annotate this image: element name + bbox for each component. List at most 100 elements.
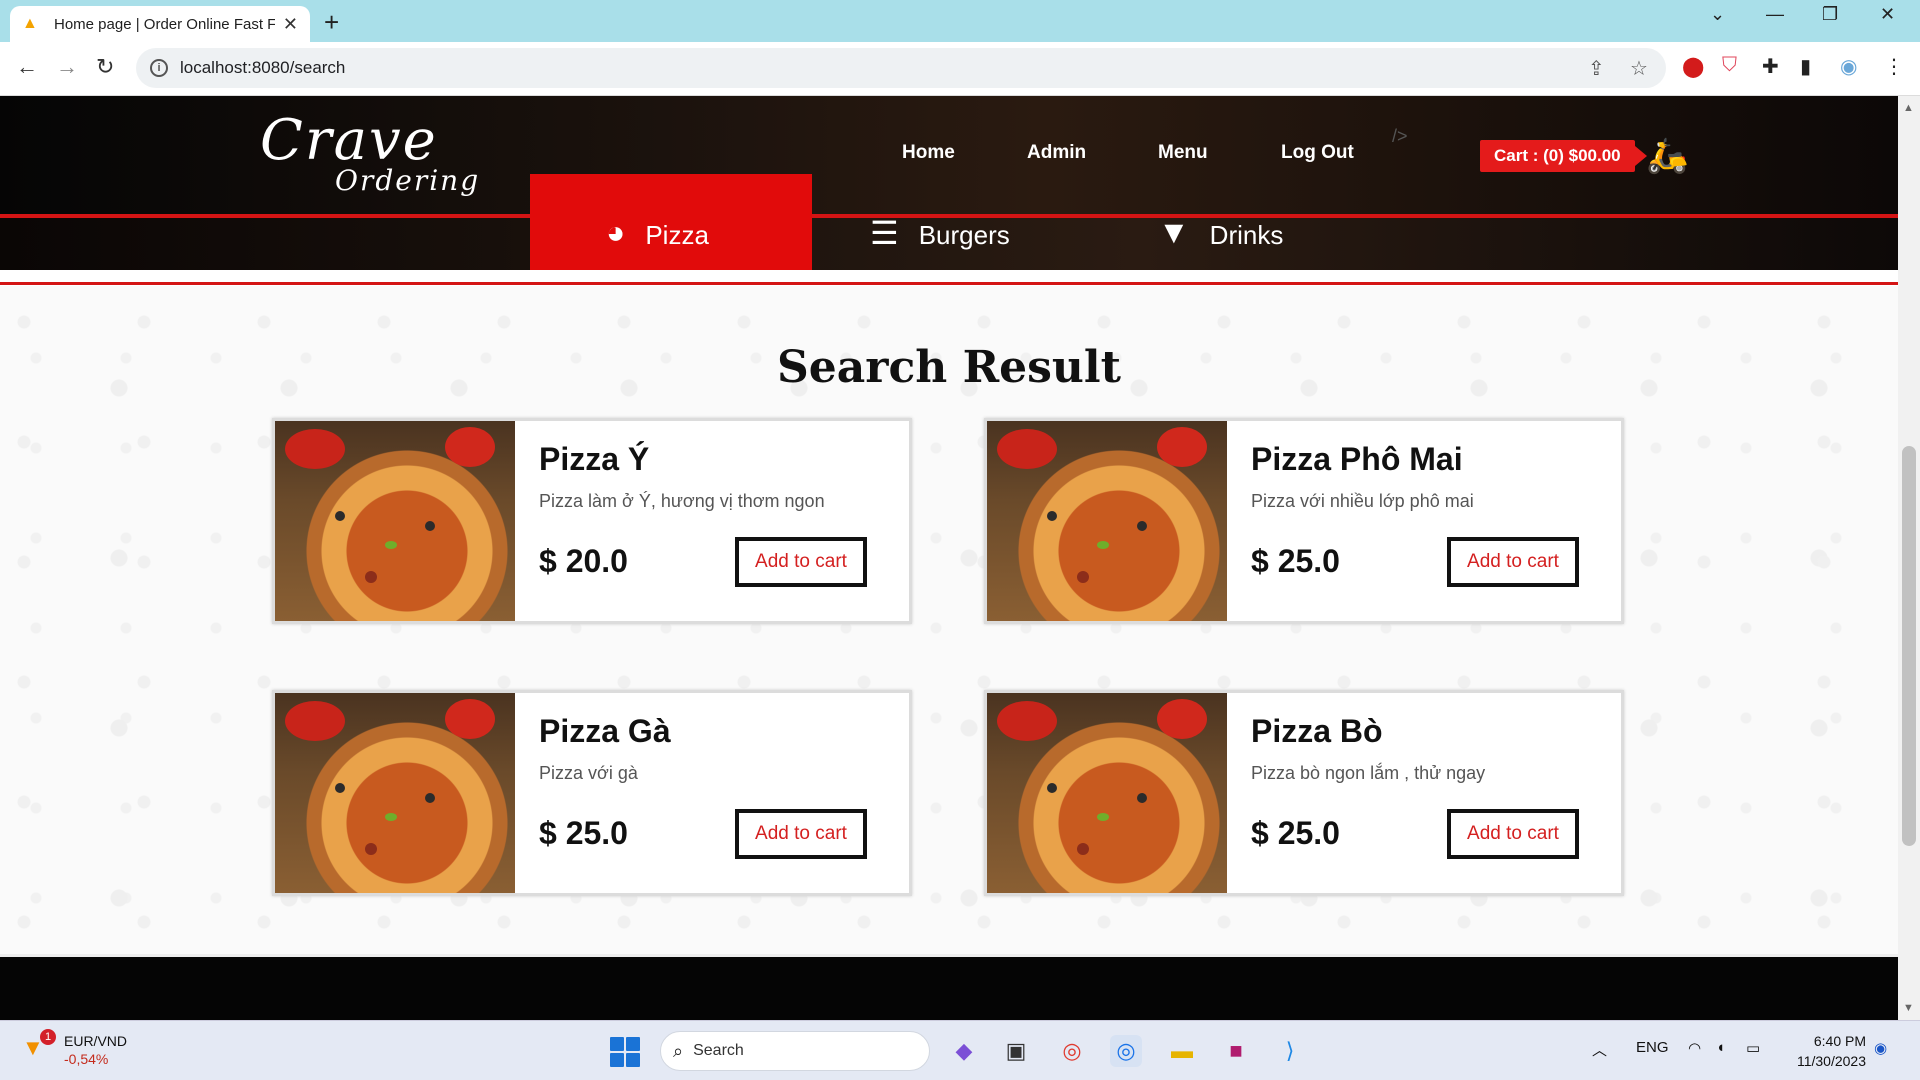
pizza-image [275, 421, 515, 621]
more-menu-icon[interactable]: ⋮ [1884, 54, 1904, 79]
nav-menu[interactable]: Menu [1158, 142, 1208, 164]
url-text: localhost:8080/search [180, 58, 346, 77]
search-label: Search [693, 1042, 744, 1059]
windows-taskbar: ▼ 1 EUR/VND -0,54% ⌕ Search ◆ ▣ ◎ ◎ ▬ ■ … [0, 1020, 1920, 1080]
volume-icon[interactable]: ◖ [1716, 1039, 1725, 1056]
tray-overflow-icon[interactable]: ︿ [1592, 1039, 1607, 1060]
browser-tab[interactable]: ▲ Home page | Order Online Fast F ✕ [10, 6, 310, 42]
shield-extension-icon[interactable]: ⛉ [1722, 54, 1737, 77]
url-bar[interactable]: i localhost:8080/search ⇪ ☆ [136, 48, 1666, 88]
search-results-section: Search Result Pizza Ý Pizza làm ở Ý, hươ… [0, 286, 1898, 954]
category-label: Drinks [1209, 220, 1284, 250]
product-price: $ 25.0 [539, 815, 628, 851]
product-description: Pizza làm ở Ý, hương vị thơm ngon [539, 491, 825, 511]
battery-icon[interactable]: ▭ [1746, 1039, 1760, 1057]
product-price: $ 25.0 [1251, 815, 1340, 851]
browser-tab-bar: ▲ Home page | Order Online Fast F ✕ + ⌄ … [0, 0, 1920, 42]
back-icon[interactable]: ← [16, 54, 38, 80]
category-label: Burgers [918, 220, 1010, 250]
pizza-image [987, 693, 1227, 893]
chrome-active-app-icon[interactable]: ◎ [1110, 1035, 1142, 1067]
forward-icon[interactable]: → [56, 54, 78, 80]
product-name: Pizza Bò [1251, 713, 1383, 749]
tab-close-icon[interactable]: ✕ [283, 14, 298, 35]
intellij-app-icon[interactable]: ■ [1220, 1035, 1252, 1067]
address-toolbar: ← → ↻ i localhost:8080/search ⇪ ☆ ⬤ ⛉ ✚ … [0, 42, 1920, 96]
clock-time: 6:40 PM [1813, 1033, 1866, 1049]
category-bar: ◕ Pizza ☰ Burgers ▼ Drinks [0, 174, 1898, 270]
notification-badge: 1 [40, 1029, 56, 1045]
bookmark-star-icon[interactable]: ☆ [1630, 56, 1648, 81]
product-description: Pizza với gà [539, 763, 638, 783]
tab-search-icon[interactable]: ⌄ [1710, 4, 1725, 25]
opera-extension-icon[interactable]: ⬤ [1682, 54, 1704, 79]
product-card: Pizza Bò Pizza bò ngon lắm , thử ngay $ … [984, 690, 1624, 896]
product-description: Pizza bò ngon lắm , thử ngay [1251, 763, 1486, 783]
drink-icon: ▼ [1158, 214, 1190, 250]
add-to-cart-button[interactable]: Add to cart [735, 537, 867, 587]
wifi-icon[interactable]: ◠ [1688, 1039, 1701, 1057]
stray-markup-text: /> [1392, 126, 1408, 146]
nav-admin[interactable]: Admin [1027, 142, 1086, 164]
start-button[interactable] [610, 1037, 640, 1067]
pizza-icon: ◕ [606, 214, 626, 250]
scroll-up-icon[interactable]: ▲ [1903, 102, 1914, 114]
pizza-image [275, 693, 515, 893]
search-icon: ⌕ [673, 1040, 684, 1061]
logo-ordering: Ordering [335, 164, 481, 197]
scroll-down-icon[interactable]: ▼ [1903, 1002, 1914, 1014]
cart-button[interactable]: Cart : (0) $00.00 [1480, 140, 1647, 172]
category-label: Pizza [645, 220, 709, 250]
page-title: Search Result [777, 342, 1121, 393]
language-indicator[interactable]: ENG [1636, 1039, 1669, 1056]
add-to-cart-button[interactable]: Add to cart [735, 809, 867, 859]
page-viewport: Crave Ordering Home Admin Menu Log Out /… [0, 96, 1898, 1020]
delivery-scooter-icon[interactable]: 🛵 [1646, 136, 1688, 176]
product-card: Pizza Gà Pizza với gà $ 25.0 Add to cart [272, 690, 912, 896]
burger-icon: ☰ [870, 215, 899, 251]
category-drinks[interactable]: ▼ Drinks [1158, 214, 1284, 270]
minimize-button[interactable]: — [1766, 4, 1784, 25]
notification-bell-icon[interactable]: ◉ [1874, 1039, 1887, 1057]
category-pizza[interactable]: ◕ Pizza [530, 174, 812, 270]
pizza-favicon-icon: ▲ [22, 15, 38, 32]
product-price: $ 20.0 [539, 543, 628, 579]
product-card: Pizza Phô Mai Pizza với nhiều lớp phô ma… [984, 418, 1624, 624]
site-info-icon[interactable]: i [150, 59, 168, 77]
taskbar-search[interactable]: ⌕ Search [660, 1031, 930, 1071]
category-burgers[interactable]: ☰ Burgers [870, 215, 1010, 270]
market-change: -0,54% [64, 1051, 109, 1067]
nav-home[interactable]: Home [902, 142, 955, 164]
system-clock[interactable]: 6:40 PM 11/30/2023 [1786, 1031, 1866, 1071]
new-tab-button[interactable]: + [324, 7, 339, 38]
market-symbol: EUR/VND [64, 1033, 128, 1049]
product-card: Pizza Ý Pizza làm ở Ý, hương vị thơm ngo… [272, 418, 912, 624]
product-name: Pizza Ý [539, 441, 650, 477]
add-to-cart-button[interactable]: Add to cart [1447, 537, 1579, 587]
content-divider [0, 282, 1898, 285]
vscode-app-icon[interactable]: ⟩ [1274, 1035, 1306, 1067]
product-name: Pizza Phô Mai [1251, 441, 1463, 477]
profile-avatar-icon[interactable]: ◉ [1840, 54, 1857, 79]
reload-icon[interactable]: ↻ [96, 54, 114, 80]
tab-title: Home page | Order Online Fast F [54, 15, 275, 33]
extensions-puzzle-icon[interactable]: ✚ [1762, 54, 1779, 79]
chrome-app-icon[interactable]: ◎ [1056, 1035, 1088, 1067]
scrollbar-thumb[interactable] [1902, 446, 1916, 846]
close-window-button[interactable]: ✕ [1880, 4, 1895, 25]
site-header: Crave Ordering Home Admin Menu Log Out /… [0, 96, 1898, 270]
file-explorer-icon[interactable]: ▬ [1166, 1035, 1198, 1067]
maximize-button[interactable]: ❐ [1822, 4, 1838, 25]
page-scrollbar[interactable]: ▲ ▼ [1898, 96, 1920, 1020]
task-view-icon[interactable]: ▣ [1000, 1035, 1032, 1067]
copilot-app-icon[interactable]: ◆ [948, 1035, 980, 1067]
share-icon[interactable]: ⇪ [1588, 56, 1605, 81]
add-to-cart-button[interactable]: Add to cart [1447, 809, 1579, 859]
product-name: Pizza Gà [539, 713, 671, 749]
side-panel-icon[interactable]: ▮ [1800, 54, 1811, 79]
product-description: Pizza với nhiều lớp phô mai [1251, 491, 1474, 511]
nav-logout[interactable]: Log Out [1281, 142, 1354, 164]
site-footer [0, 954, 1898, 1020]
pizza-image [987, 421, 1227, 621]
clock-date: 11/30/2023 [1796, 1053, 1866, 1069]
